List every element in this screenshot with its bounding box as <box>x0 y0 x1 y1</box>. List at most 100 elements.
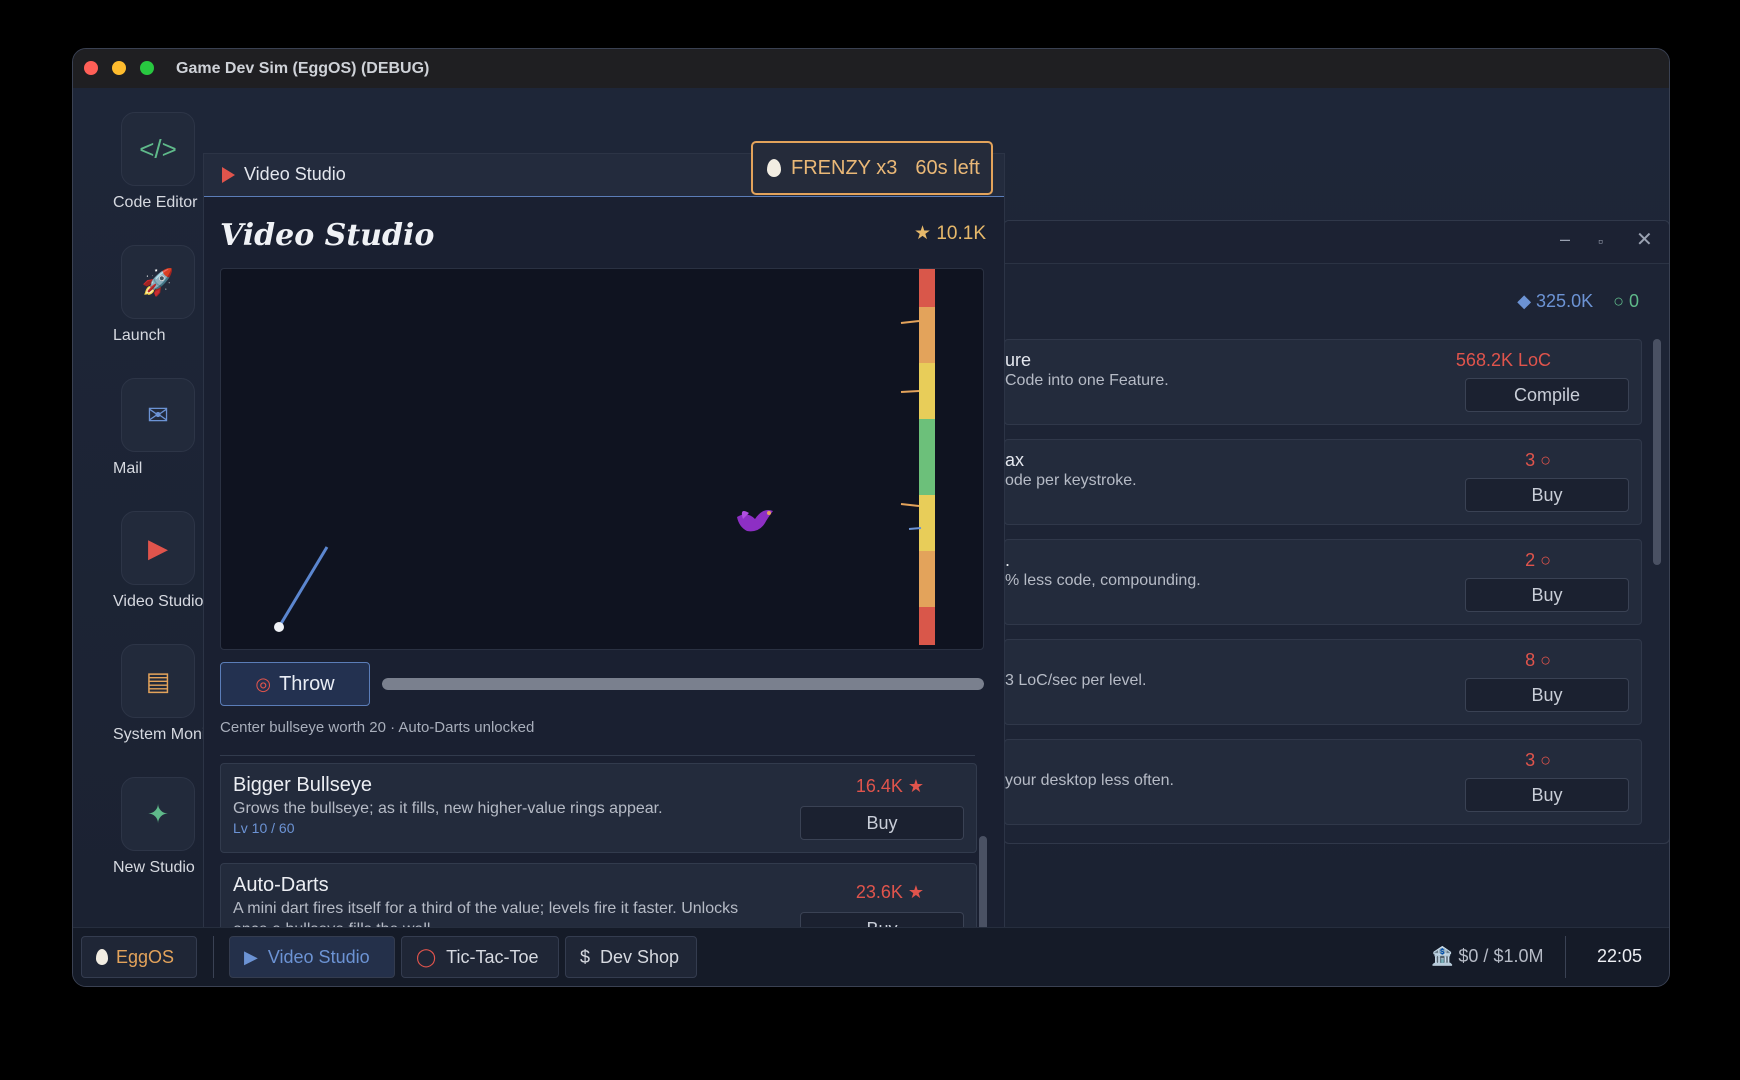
play-icon <box>222 167 235 183</box>
taskbar: EggOS ▶ Video Studio ◯ Tic-Tac-Toe $ Dev Shop… <box>73 927 1669 986</box>
dev-shop-titlebar: – ▫ ✕ <box>1004 221 1669 264</box>
circle-icon: ◯ <box>416 946 437 967</box>
upgrade-price: 23.6K ★ <box>855 882 924 902</box>
close-window-button[interactable] <box>84 61 98 75</box>
rocket-icon[interactable]: 🚀 <box>121 245 195 319</box>
title-bar: Game Dev Sim (EggOS) (DEBUG) <box>73 49 1669 88</box>
monitor-icon[interactable]: ▤ <box>121 644 195 718</box>
target-ring-segment <box>919 307 935 363</box>
target-ring-segment <box>919 269 935 307</box>
throw-progress-fill <box>382 678 984 690</box>
aim-line <box>277 546 329 628</box>
play-icon[interactable]: ▶ <box>121 511 195 585</box>
info-text: Center bullseye worth 20 · Auto-Darts un… <box>220 719 535 736</box>
upgrade-title: Auto-Darts <box>233 874 329 896</box>
taskbar-item-label: Dev Shop <box>600 946 680 967</box>
stuck-dart <box>900 503 920 507</box>
shop-scrollbar[interactable] <box>1653 339 1661 565</box>
desktop: </> Code Editor 🚀 Launch ✉ Mail ▶ Video Studio ▤… <box>73 88 1669 979</box>
play-icon: ▶ <box>244 946 258 967</box>
minimize-icon[interactable]: – <box>1560 229 1570 250</box>
stuck-dart <box>900 320 920 324</box>
bank-balance: 🏦 $0 / $1.0M <box>1431 946 1544 966</box>
throw-button[interactable]: ◎ Throw <box>220 662 370 706</box>
dart-arena-canvas <box>274 269 935 645</box>
taskbar-divider <box>213 936 214 978</box>
video-studio-window-title: Video Studio <box>244 164 346 184</box>
clock: 22:05 <box>1597 946 1643 966</box>
frenzy-timer: 60s left <box>915 156 980 179</box>
maximize-window-button[interactable] <box>140 61 154 75</box>
target-ring-segment <box>919 419 935 495</box>
buy-button[interactable]: Buy <box>800 806 964 840</box>
start-button[interactable]: EggOS <box>81 936 197 978</box>
target-icon: ◎ <box>255 673 272 694</box>
code-icon[interactable]: </> <box>121 112 195 186</box>
sparkle-icon[interactable]: ✦ <box>121 777 195 851</box>
shop-item-description: ode per keystroke. <box>1005 472 1137 489</box>
dart-launcher[interactable] <box>274 622 284 632</box>
shop-item-button[interactable]: Buy <box>1465 778 1629 812</box>
close-icon[interactable]: ✕ <box>1636 227 1653 252</box>
taskbar-item-dev-shop[interactable]: $ Dev Shop <box>565 936 697 978</box>
bird-icon[interactable] <box>737 510 773 532</box>
shop-resources: ◆ 325.0K ○ 0 <box>1517 291 1639 312</box>
taskbar-item-video-studio[interactable]: ▶ Video Studio <box>229 936 395 978</box>
shop-item: ure Code into one Feature. 568.2K LoC Compi… <box>1004 339 1642 425</box>
frenzy-label: FRENZY x3 <box>791 156 898 179</box>
shop-item-description: 3 LoC/sec per level. <box>1005 672 1147 689</box>
egg-count: ○ 0 <box>1613 291 1639 311</box>
shop-item-button[interactable]: Buy <box>1465 678 1629 712</box>
tray-divider <box>1565 936 1566 978</box>
video-studio-window[interactable]: Video Studio Video Studio ★ 10.1K ◎ Thro… <box>203 153 1005 979</box>
minimize-window-button[interactable] <box>112 61 126 75</box>
star-count: ★ 10.1K <box>914 223 986 244</box>
frenzy-badge: FRENZY x3 60s left <box>751 141 993 195</box>
upgrade-card: Bigger Bullseye Grows the bullseye; as it… <box>220 763 977 853</box>
shop-item: . % less code, compounding. 2 ○ Buy <box>1004 539 1642 625</box>
mail-icon[interactable]: ✉ <box>121 378 195 452</box>
shop-item-price: 2 ○ <box>1525 550 1551 570</box>
shop-item-title: . <box>1005 550 1011 570</box>
shop-item-price: 568.2K LoC <box>1455 350 1551 370</box>
shop-item: 3 LoC/sec per level. 8 ○ Buy <box>1004 639 1642 725</box>
shop-item-description: % less code, compounding. <box>1005 572 1201 589</box>
target-ring-segment <box>919 551 935 607</box>
upgrade-title: Bigger Bullseye <box>233 774 372 796</box>
taskbar-item-tic-tac-toe[interactable]: ◯ Tic-Tac-Toe <box>401 936 559 978</box>
shop-item-price: 3 ○ <box>1525 750 1551 770</box>
upgrade-price: 16.4K ★ <box>855 776 924 796</box>
shop-item-button[interactable]: Buy <box>1465 478 1629 512</box>
page-title: Video Studio <box>220 218 435 253</box>
shop-item: your desktop less often. 3 ○ Buy <box>1004 739 1642 825</box>
shop-item: ax ode per keystroke. 3 ○ Buy <box>1004 439 1642 525</box>
egg-icon <box>96 949 108 965</box>
upgrade-level: Lv 10 / 60 <box>233 820 295 836</box>
target-ring-segment <box>919 495 935 551</box>
throw-label: Throw <box>279 672 335 695</box>
window-title: Game Dev Sim (EggOS) (DEBUG) <box>176 60 430 77</box>
dollar-icon: $ <box>580 946 591 967</box>
shop-item-button[interactable]: Compile <box>1465 378 1629 412</box>
target-ring-segment <box>919 363 935 419</box>
shop-item-button[interactable]: Buy <box>1465 578 1629 612</box>
throw-progress-bar <box>382 678 984 690</box>
taskbar-item-label: Video Studio <box>267 946 370 967</box>
app-window: Game Dev Sim (EggOS) (DEBUG) </> Code Edi… <box>72 48 1670 987</box>
shop-item-title: ure <box>1005 350 1032 370</box>
shop-item-price: 3 ○ <box>1525 450 1551 470</box>
upgrade-description: Grows the bullseye; as it fills, new hig… <box>233 800 663 817</box>
start-label: EggOS <box>116 946 175 967</box>
shop-item-description: Code into one Feature. <box>1005 372 1169 389</box>
egg-icon <box>767 159 781 177</box>
shop-item-price: 8 ○ <box>1525 650 1551 670</box>
dev-shop-window[interactable]: – ▫ ✕ ◆ 325.0K ○ 0 ure Code into one Feat… <box>1003 220 1669 844</box>
stuck-dart <box>908 527 922 530</box>
taskbar-item-label: Tic-Tac-Toe <box>446 946 539 967</box>
shop-item-title: ax <box>1005 450 1025 470</box>
dart-arena[interactable] <box>220 268 984 650</box>
target-ring-segment <box>919 607 935 645</box>
target-wall <box>919 269 935 645</box>
maximize-icon[interactable]: ▫ <box>1598 233 1603 249</box>
diamond-count: ◆ 325.0K <box>1517 291 1594 311</box>
